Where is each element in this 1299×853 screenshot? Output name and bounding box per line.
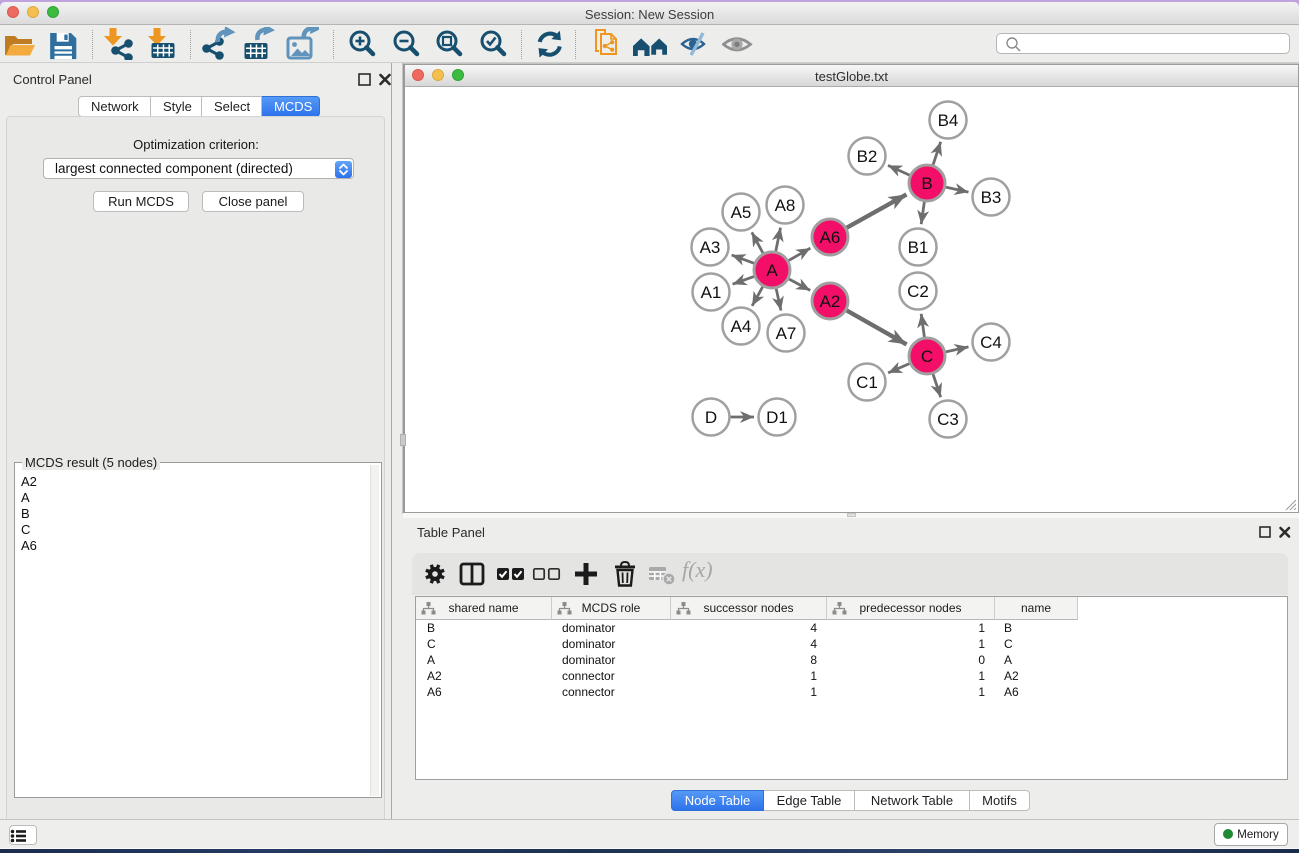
svg-text:C1: C1 [856, 373, 878, 392]
svg-text:C2: C2 [907, 282, 929, 301]
svg-text:A3: A3 [700, 238, 721, 257]
svg-text:C: C [921, 347, 933, 366]
svg-text:A6: A6 [820, 228, 841, 247]
svg-text:D1: D1 [766, 408, 788, 427]
svg-text:A1: A1 [701, 283, 722, 302]
svg-text:B3: B3 [981, 188, 1002, 207]
svg-text:D: D [705, 408, 717, 427]
svg-text:A2: A2 [820, 292, 841, 311]
svg-text:A4: A4 [731, 317, 752, 336]
svg-text:B4: B4 [938, 111, 959, 130]
svg-text:A8: A8 [775, 196, 796, 215]
svg-text:B: B [921, 174, 932, 193]
svg-text:A5: A5 [731, 203, 752, 222]
svg-text:B2: B2 [857, 147, 878, 166]
svg-text:C3: C3 [937, 410, 959, 429]
svg-text:A: A [766, 261, 778, 280]
svg-text:A7: A7 [776, 324, 797, 343]
svg-text:C4: C4 [980, 333, 1002, 352]
svg-text:B1: B1 [908, 238, 929, 257]
